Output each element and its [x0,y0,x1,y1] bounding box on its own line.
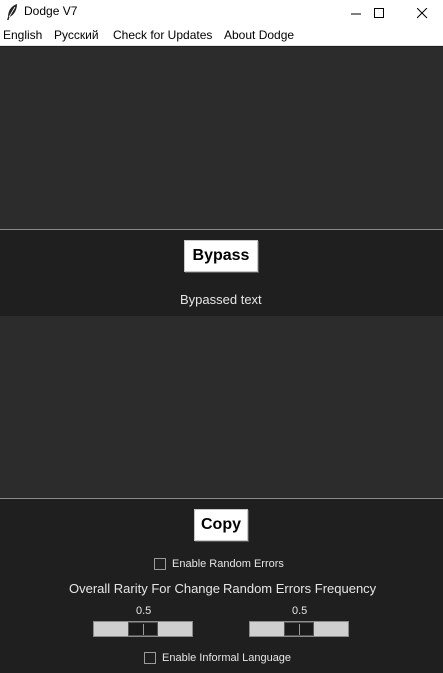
rarity-slider-handle[interactable] [128,622,158,636]
frequency-value: 0.5 [292,605,308,617]
input-text-area[interactable] [0,47,443,229]
bypass-button[interactable]: Bypass [184,240,258,272]
random-errors-label: Enable Random Errors [172,558,284,570]
menu-item-russian[interactable]: Русский [54,28,99,42]
maximize-button[interactable] [356,0,402,26]
feather-icon [5,3,19,21]
title-bar: Dodge V7 [0,0,443,26]
menu-item-english[interactable]: English [3,28,42,42]
rarity-value: 0.5 [136,605,152,617]
menu-item-check-updates[interactable]: Check for Updates [113,28,212,42]
maximize-icon [373,7,384,18]
frequency-slider[interactable] [249,621,349,637]
frequency-slider-handle[interactable] [284,622,314,636]
divider [0,229,443,230]
rarity-label: Overall Rarity For Change [69,581,220,596]
informal-language-checkbox[interactable] [144,652,156,664]
output-label: Bypassed text [180,292,262,307]
output-text-area[interactable] [0,316,443,498]
close-button[interactable] [402,0,443,26]
menu-bar: English Русский Check for Updates About … [0,26,443,46]
informal-language-label: Enable Informal Language [162,652,292,664]
close-icon [417,7,428,18]
divider [0,498,443,499]
random-errors-checkbox[interactable] [154,558,166,570]
rarity-slider[interactable] [93,621,193,637]
menu-item-about[interactable]: About Dodge [224,28,294,42]
window-title: Dodge V7 [24,4,78,18]
copy-button[interactable]: Copy [194,509,248,541]
frequency-label: Random Errors Frequency [223,581,377,596]
